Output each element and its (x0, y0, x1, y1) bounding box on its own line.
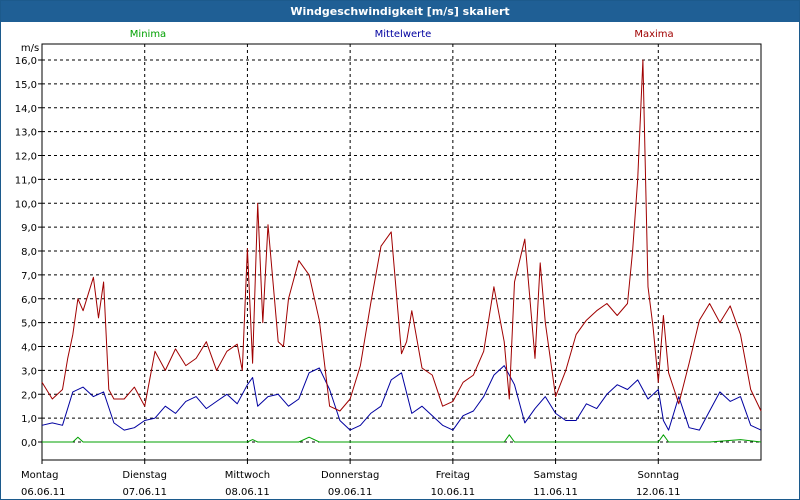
y-tick-label: 9,0 (21, 223, 37, 234)
y-axis-ticks: 0,0 1,0 2,0 3,0 4,0 5,0 6,0 7,0 8,0 9,0 10,0 11,0 12… (15, 56, 42, 449)
y-tick-label: 15,0 (15, 80, 37, 91)
y-tick-label: 0,0 (21, 438, 37, 449)
x-tick-date-label: 07.06.11 (122, 487, 167, 498)
y-tick-label: 14,0 (15, 104, 37, 115)
y-tick-label: 13,0 (15, 128, 37, 139)
plot-frame (41, 43, 762, 461)
x-tick-date-label: 11.06.11 (533, 487, 578, 498)
x-tick-date-label: 09.06.11 (328, 487, 373, 498)
x-tick-date-label: 12.06.11 (636, 487, 681, 498)
x-tick-date-label: 08.06.11 (225, 487, 270, 498)
y-tick-label: 4,0 (21, 343, 37, 354)
y-tick-label: 8,0 (21, 247, 37, 258)
y-tick-label: 5,0 (21, 319, 37, 330)
legend-mittelwerte: Mittelwerte (375, 29, 432, 40)
y-tick-label: 1,0 (21, 414, 37, 425)
x-tick-day-label: Montag (21, 470, 58, 481)
legend-maxima: Maxima (634, 29, 673, 40)
x-tick-date-label: 06.06.11 (21, 487, 66, 498)
chart-window: Windgeschwindigkeit [m/s] skaliert 0,0 1,… (0, 0, 800, 500)
y-tick-label: 12,0 (15, 152, 37, 163)
wind-speed-chart: 0,0 1,0 2,0 3,0 4,0 5,0 6,0 7,0 8,0 9,0 10,0 11,0 12… (15, 29, 762, 498)
x-tick-day-label: Donnerstag (321, 470, 379, 481)
y-tick-label: 7,0 (21, 271, 37, 282)
x-tick-day-label: Dienstag (122, 470, 167, 481)
y-tick-label: 16,0 (15, 56, 37, 67)
y-tick-label: 2,0 (21, 390, 37, 401)
x-tick-date-label: 10.06.11 (431, 487, 476, 498)
y-axis-label: m/s (21, 43, 39, 54)
x-axis-ticks: Montag 06.06.11 Dienstag 07.06.11 Mittwoch 08… (21, 460, 681, 498)
window-title: Windgeschwindigkeit [m/s] skaliert (1, 1, 799, 22)
x-tick-day-label: Samstag (534, 470, 578, 481)
y-tick-label: 6,0 (21, 295, 37, 306)
x-tick-day-label: Mittwoch (225, 470, 270, 481)
y-tick-label: 10,0 (15, 199, 37, 210)
x-tick-day-label: Sonntag (638, 470, 680, 481)
y-tick-label: 3,0 (21, 366, 37, 377)
legend-minima: Minima (130, 29, 166, 40)
y-tick-label: 11,0 (15, 175, 37, 186)
x-tick-day-label: Freitag (436, 470, 470, 481)
legend: Minima Mittelwerte Maxima (130, 29, 674, 40)
